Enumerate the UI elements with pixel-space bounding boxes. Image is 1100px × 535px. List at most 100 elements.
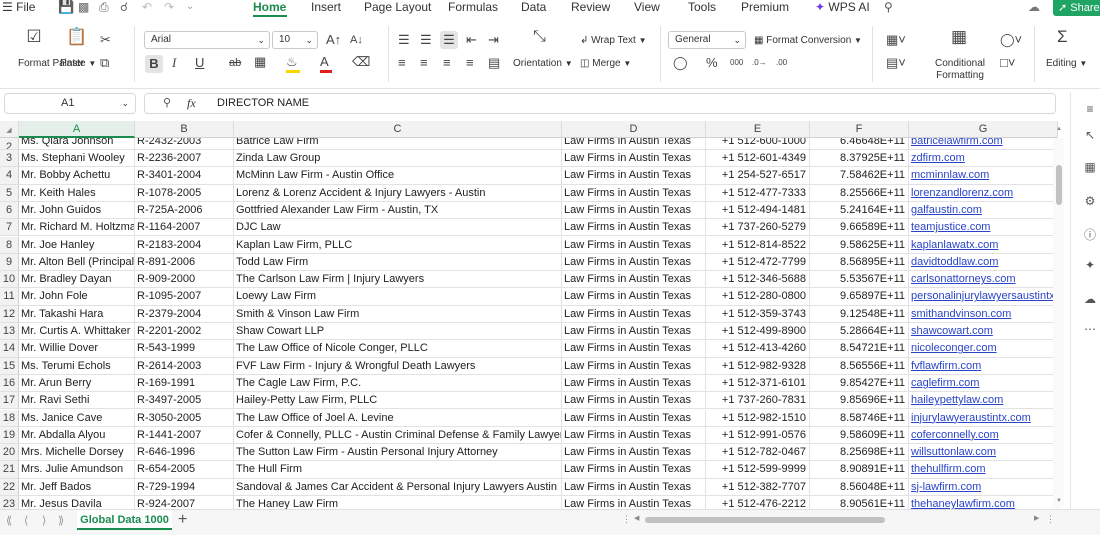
table-cell[interactable]: 5.28664E+11 <box>810 323 909 341</box>
table-cell[interactable]: Law Firms in Austin Texas <box>562 374 706 393</box>
table-cell[interactable]: Mrs. Julie Amundson <box>19 461 135 479</box>
table-cell[interactable]: Mr. Bradley Dayan <box>19 271 135 289</box>
table-cell[interactable]: Loewy Law Firm <box>234 288 562 306</box>
table-cell[interactable]: The Law Office of Nicole Conger, PLLC <box>234 340 562 358</box>
table-cell[interactable]: The Carlson Law Firm | Injury Lawyers <box>234 271 562 289</box>
table-cell[interactable]: R-1078-2005 <box>135 184 234 202</box>
table-cell[interactable]: Law Firms in Austin Texas <box>562 138 706 150</box>
row-header[interactable]: 5 <box>0 184 19 202</box>
cloud-icon[interactable]: ☁ <box>1028 0 1040 14</box>
website-link-cell[interactable]: galfaustin.com <box>909 201 1058 220</box>
align-right-icon[interactable]: ≡ <box>443 56 451 70</box>
table-cell[interactable]: 6.46648E+11 <box>810 138 909 150</box>
font-color-icon[interactable]: A <box>320 55 329 69</box>
table-cell[interactable]: 8.56895E+11 <box>810 253 909 272</box>
table-cell[interactable]: Mr. Richard M. Holtzman <box>19 219 135 237</box>
horizontal-scrollbar-thumb[interactable] <box>645 517 885 523</box>
website-link-cell[interactable]: nicoleconger.com <box>909 340 1058 358</box>
table-cell[interactable]: 5.24164E+11 <box>810 201 909 220</box>
table-cell[interactable]: 8.90891E+11 <box>810 461 909 479</box>
table-cell[interactable]: +1 512-601-4349 <box>706 150 810 168</box>
menu-icon[interactable]: ≡ <box>1083 102 1097 116</box>
next-sheet-icon[interactable]: ⟩ <box>42 514 46 527</box>
name-box[interactable]: A1 ⌄ <box>4 93 136 114</box>
table-cell[interactable]: 8.58746E+11 <box>810 409 909 427</box>
table-cell[interactable]: +1 512-599-9999 <box>706 461 810 479</box>
table-cell[interactable]: Mr. Jeff Bados <box>19 478 135 496</box>
table-cell[interactable]: R-3050-2005 <box>135 409 234 427</box>
select-cursor-icon[interactable]: ↖ <box>1083 128 1097 142</box>
increase-decimal-icon[interactable]: .0→ <box>752 56 767 70</box>
copy-icon[interactable]: ⧉ <box>100 56 109 70</box>
table-cell[interactable]: Mrs. Michelle Dorsey <box>19 444 135 462</box>
website-link-cell[interactable]: lorenzandlorenz.com <box>909 184 1058 202</box>
row-header[interactable]: 17 <box>0 392 19 410</box>
table-cell[interactable]: +1 512-499-8900 <box>706 323 810 341</box>
table-cell[interactable]: 9.85696E+11 <box>810 392 909 410</box>
table-cell[interactable]: R-2614-2003 <box>135 357 234 375</box>
table-cell[interactable]: DJC Law <box>234 219 562 237</box>
column-header-a[interactable]: A <box>19 121 135 138</box>
table-cell[interactable]: +1 512-280-0800 <box>706 288 810 306</box>
table-cell[interactable]: FVF Law Firm - Injury & Wrongful Death L… <box>234 357 562 375</box>
table-cell[interactable]: Shaw Cowart LLP <box>234 323 562 341</box>
table-cell[interactable]: The Haney Law Firm <box>234 496 562 509</box>
table-cell[interactable]: Cofer & Connelly, PLLC - Austin Criminal… <box>234 426 562 445</box>
table-cell[interactable]: R-1441-2007 <box>135 426 234 445</box>
table-cell[interactable]: Mr. Abdalla Alyou <box>19 426 135 445</box>
table-cell[interactable]: +1 512-472-7799 <box>706 253 810 272</box>
row-header[interactable]: 18 <box>0 409 19 427</box>
export-pdf-icon[interactable]: ▩ <box>78 0 89 14</box>
row-header[interactable]: 4 <box>0 167 19 185</box>
column-header-e[interactable]: E <box>706 121 810 138</box>
zoom-icon[interactable]: ⚲ <box>163 96 171 109</box>
website-link-cell[interactable]: zdfirm.com <box>909 150 1058 168</box>
table-cell[interactable]: Mr. Takashi Hara <box>19 305 135 323</box>
website-link-cell[interactable]: sj-lawfirm.com <box>909 478 1058 496</box>
row-header[interactable]: 10 <box>0 271 19 289</box>
table-cell[interactable]: 8.37925E+11 <box>810 150 909 168</box>
decrease-font-icon[interactable]: A↓ <box>350 33 363 47</box>
filter-settings-icon[interactable]: ⚙ <box>1083 194 1097 208</box>
table-cell[interactable]: Hailey-Petty Law Firm, PLLC <box>234 392 562 410</box>
table-cell[interactable]: Law Firms in Austin Texas <box>562 167 706 185</box>
align-center-icon[interactable]: ≡ <box>420 56 428 70</box>
table-cell[interactable]: R-3497-2005 <box>135 392 234 410</box>
row-header[interactable]: 8 <box>0 236 19 254</box>
table-cell[interactable]: Gottfried Alexander Law Firm - Austin, T… <box>234 201 562 220</box>
table-cell[interactable]: Law Firms in Austin Texas <box>562 496 706 509</box>
table-cell[interactable]: 9.85427E+11 <box>810 374 909 393</box>
increase-font-icon[interactable]: A↑ <box>326 33 341 47</box>
formula-bar[interactable]: ⚲ fx DIRECTOR NAME <box>144 93 1056 114</box>
table-cell[interactable]: Ms. Qiara Johnson <box>19 138 135 150</box>
website-link-cell[interactable]: willsuttonlaw.com <box>909 444 1058 462</box>
table-cell[interactable]: Batrice Law Firm <box>234 138 562 150</box>
justify-icon[interactable]: ≡ <box>466 56 474 70</box>
clear-format-icon[interactable]: ⌫ <box>352 55 370 69</box>
table-cell[interactable]: Law Firms in Austin Texas <box>562 323 706 341</box>
table-cell[interactable]: Ms. Stephani Wooley <box>19 150 135 168</box>
table-cell[interactable]: R-169-1991 <box>135 374 234 393</box>
table-cell[interactable]: 7.58462E+11 <box>810 167 909 185</box>
table-cell[interactable]: Ms. Terumi Echols <box>19 357 135 375</box>
font-size-select[interactable]: 10 ⌄ <box>272 31 318 49</box>
tab-home[interactable]: Home <box>253 0 286 14</box>
table-cell[interactable]: +1 512-600-1000 <box>706 138 810 150</box>
help-icon[interactable]: ⓘ <box>1083 226 1097 243</box>
format-conversion-button[interactable]: ▦ Format Conversion ▼ <box>754 35 862 47</box>
table-cell[interactable]: Law Firms in Austin Texas <box>562 184 706 202</box>
hscroll-end-icon[interactable]: ⋮ <box>1046 514 1055 525</box>
table-cell[interactable]: R-729-1994 <box>135 478 234 496</box>
row-header[interactable]: 22 <box>0 478 19 496</box>
table-cell[interactable]: McMinn Law Firm - Austin Office <box>234 167 562 185</box>
table-cell[interactable]: Law Firms in Austin Texas <box>562 305 706 323</box>
website-link-cell[interactable]: smithandvinson.com <box>909 305 1058 323</box>
select-all-corner[interactable]: ◢ <box>0 121 19 138</box>
paste-button[interactable]: Paste ▼ <box>60 58 96 70</box>
website-link-cell[interactable]: fvflawfirm.com <box>909 357 1058 375</box>
table-cell[interactable]: +1 512-413-4260 <box>706 340 810 358</box>
file-menu[interactable]: ☰ File <box>2 0 35 14</box>
table-cell[interactable]: 5.53567E+11 <box>810 271 909 289</box>
table-cell[interactable]: 9.65897E+11 <box>810 288 909 306</box>
tab-review[interactable]: Review <box>571 0 610 14</box>
